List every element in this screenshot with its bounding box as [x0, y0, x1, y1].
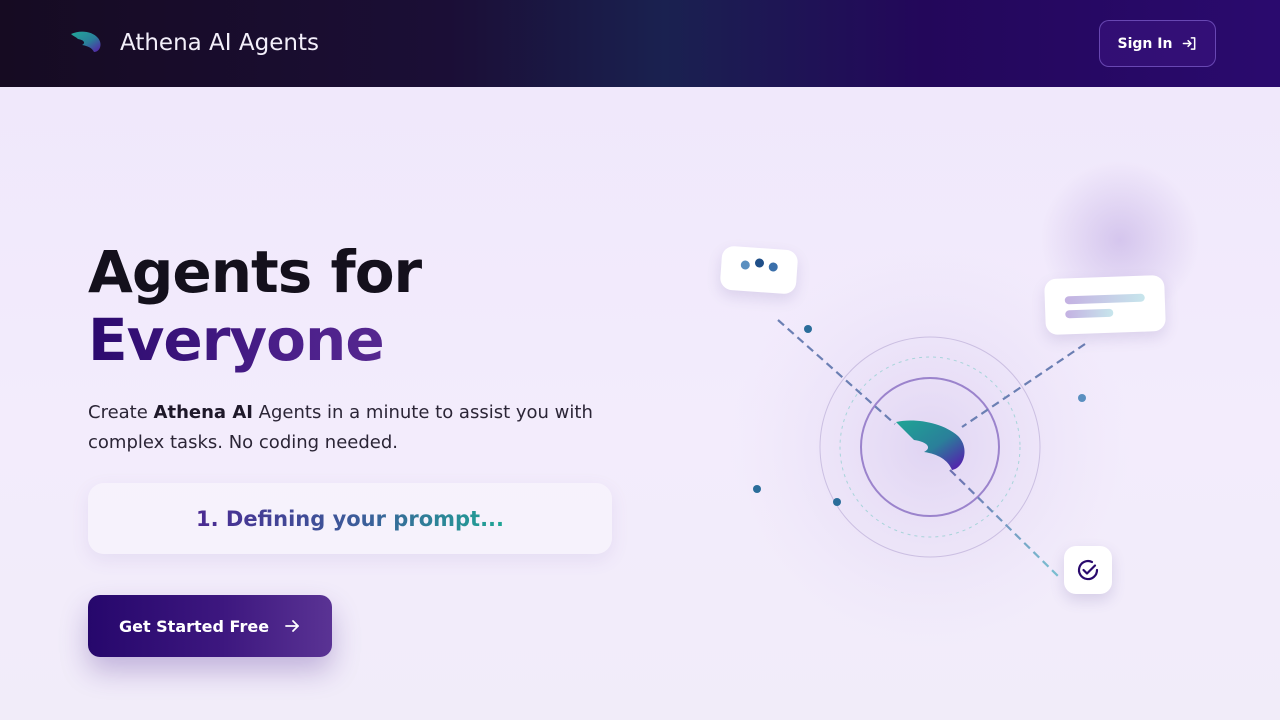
sign-in-arrow-icon — [1183, 37, 1196, 50]
hero-title: Agents for Everyone — [88, 238, 422, 374]
arrow-right-icon — [285, 620, 299, 632]
node-dot — [833, 498, 841, 506]
node-dot — [1078, 394, 1086, 402]
sign-in-label: Sign In — [1117, 35, 1173, 52]
hero-desc-brand: Athena AI — [153, 402, 253, 423]
hero-title-line2: Everyone — [88, 306, 421, 374]
agent-network-illustration — [730, 247, 1130, 647]
message-lines-icon — [1064, 293, 1145, 319]
top-nav: Athena AI Agents Sign In — [0, 0, 1280, 87]
athena-logo-icon — [71, 31, 101, 52]
prompt-status-box: 1. Defining your prompt... — [88, 483, 612, 554]
node-dot — [753, 485, 761, 493]
typing-dots-icon — [740, 258, 778, 272]
chat-typing-bubble — [719, 245, 799, 295]
check-circle-icon — [1077, 559, 1099, 581]
node-dot — [804, 325, 812, 333]
brand[interactable]: Athena AI Agents — [70, 26, 319, 60]
hero-title-line1: Agents for — [88, 238, 422, 306]
brand-name: Athena AI Agents — [120, 30, 319, 56]
prompt-step-text: 1. Defining your prompt... — [195, 506, 505, 531]
get-started-button[interactable]: Get Started Free — [88, 595, 332, 657]
sign-in-button[interactable]: Sign In — [1099, 20, 1216, 67]
hero-description: Create Athena AI Agents in a minute to a… — [88, 398, 628, 458]
hero-desc-prefix: Create — [88, 402, 154, 423]
task-complete-card — [1064, 546, 1112, 594]
get-started-label: Get Started Free — [118, 616, 270, 636]
chat-message-bubble — [1044, 274, 1166, 336]
